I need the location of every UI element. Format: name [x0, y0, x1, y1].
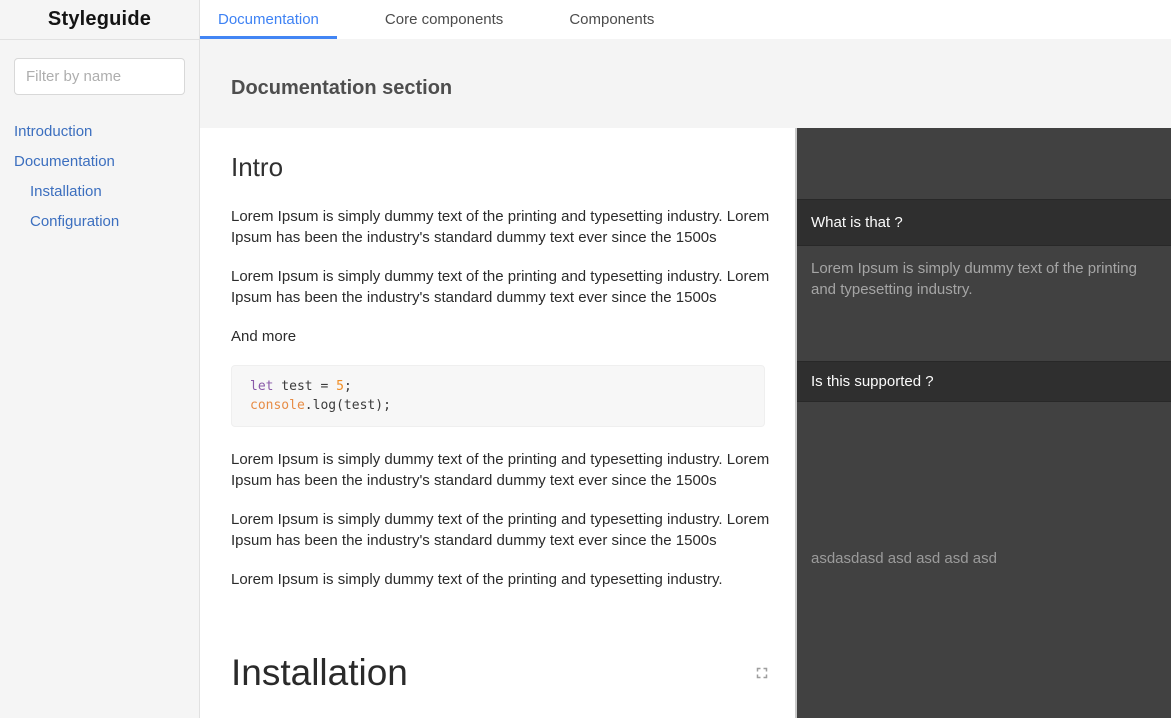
installation-heading-row: Installation — [231, 652, 771, 694]
tab-documentation[interactable]: Documentation — [200, 0, 337, 39]
annotations-panel: What is that ? Lorem Ipsum is simply dum… — [795, 128, 1171, 718]
app-title: Styleguide — [48, 8, 151, 31]
doc-paragraph: Lorem Ipsum is simply dummy text of the … — [231, 206, 771, 248]
sidebar-item-configuration[interactable]: Configuration — [0, 207, 199, 237]
code-block: let test = 5;console.log(test); — [231, 365, 765, 427]
doc-paragraph: Lorem Ipsum is simply dummy text of the … — [231, 509, 771, 551]
sidebar-item-documentation[interactable]: Documentation — [0, 147, 199, 177]
section-header: Documentation section — [200, 39, 1171, 128]
annotation-answer: Lorem Ipsum is simply dummy text of the … — [797, 246, 1171, 361]
code-line: console.log(test); — [250, 396, 746, 415]
code-builtin: console — [250, 398, 305, 413]
code-keyword: let — [250, 379, 273, 394]
doc-paragraph: Lorem Ipsum is simply dummy text of the … — [231, 266, 771, 308]
doc-content: Intro Lorem Ipsum is simply dummy text o… — [200, 128, 795, 718]
code-plain: test = — [273, 379, 336, 394]
code-plain: .log(test); — [305, 398, 391, 413]
sidebar-nav: Introduction Documentation Installation … — [0, 117, 199, 237]
code-sample: let test = 5;console.log(test); — [250, 377, 746, 415]
code-number: 5 — [336, 379, 344, 394]
annotation-question-what-is-that: What is that ? — [797, 199, 1171, 246]
tab-core-components[interactable]: Core components — [367, 0, 521, 39]
section-title: Documentation section — [200, 39, 1171, 98]
tab-bar: Documentation Core components Components — [200, 0, 1171, 39]
sidebar-item-installation[interactable]: Installation — [0, 177, 199, 207]
annotation-question-is-this-supported: Is this supported ? — [797, 361, 1171, 402]
filter-wrap — [0, 40, 199, 95]
code-line: let test = 5; — [250, 377, 746, 396]
annotations-spacer — [797, 128, 1171, 199]
styleguide-app: Styleguide Introduction Documentation In… — [0, 0, 1171, 718]
tab-components[interactable]: Components — [551, 0, 672, 39]
fullscreen-icon[interactable] — [753, 664, 771, 682]
doc-paragraph: Lorem Ipsum is simply dummy text of the … — [231, 449, 771, 491]
filter-input[interactable] — [14, 58, 185, 95]
doc-paragraph: Lorem Ipsum is simply dummy text of the … — [231, 569, 771, 590]
sidebar-item-introduction[interactable]: Introduction — [0, 117, 199, 147]
sidebar: Styleguide Introduction Documentation In… — [0, 0, 200, 718]
doc-paragraph: And more — [231, 326, 771, 347]
intro-heading: Intro — [231, 152, 771, 182]
annotation-answer: asdasdasd asd asd asd asd — [797, 402, 1171, 718]
installation-heading: Installation — [231, 652, 408, 694]
code-plain: ; — [344, 379, 352, 394]
sidebar-header: Styleguide — [0, 0, 199, 40]
